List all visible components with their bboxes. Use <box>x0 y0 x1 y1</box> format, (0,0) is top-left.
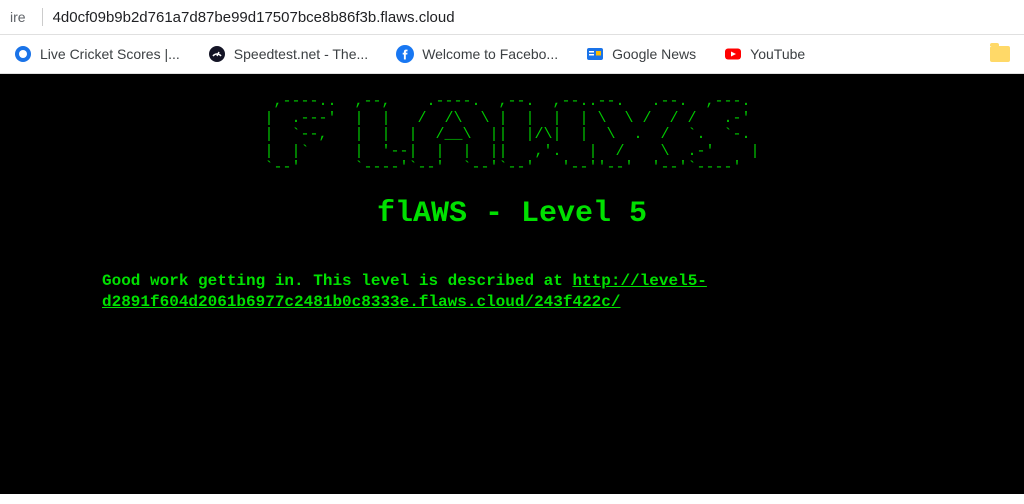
address-bar[interactable]: ire 4d0cf09b9b2d761a7d87be99d17507bce8b8… <box>0 0 1024 35</box>
secure-label: ire <box>10 9 26 25</box>
bookmark-label: Live Cricket Scores |... <box>40 46 180 62</box>
bookmark-label: YouTube <box>750 46 805 62</box>
bookmark-googlenews[interactable]: Google News <box>586 45 696 63</box>
bookmark-cricket[interactable]: Live Cricket Scores |... <box>14 45 180 63</box>
page-content: ,----.. ,--, .----. ,--. ,--..--. .--. ,… <box>0 74 1024 494</box>
level-heading: flAWS - Level 5 <box>377 197 647 231</box>
googlenews-icon <box>586 45 604 63</box>
bookmark-speedtest[interactable]: Speedtest.net - The... <box>208 45 368 63</box>
bookmarks-bar: Live Cricket Scores |... Speedtest.net -… <box>0 35 1024 74</box>
level-description: Good work getting in. This level is desc… <box>72 271 952 314</box>
speedtest-icon <box>208 45 226 63</box>
cricket-icon <box>14 45 32 63</box>
bookmark-label: Speedtest.net - The... <box>234 46 368 62</box>
bookmark-label: Google News <box>612 46 696 62</box>
facebook-icon <box>396 45 414 63</box>
bookmarks-folder-icon[interactable] <box>990 46 1010 62</box>
youtube-icon <box>724 45 742 63</box>
url-text[interactable]: 4d0cf09b9b2d761a7d87be99d17507bce8b86f3b… <box>53 9 455 26</box>
bookmark-facebook[interactable]: Welcome to Facebo... <box>396 45 558 63</box>
bookmark-youtube[interactable]: YouTube <box>724 45 805 63</box>
flaws-ascii-logo: ,----.. ,--, .----. ,--. ,--..--. .--. ,… <box>264 94 759 177</box>
description-text: Good work getting in. This level is desc… <box>102 272 572 290</box>
bookmark-label: Welcome to Facebo... <box>422 46 558 62</box>
divider <box>42 8 43 26</box>
